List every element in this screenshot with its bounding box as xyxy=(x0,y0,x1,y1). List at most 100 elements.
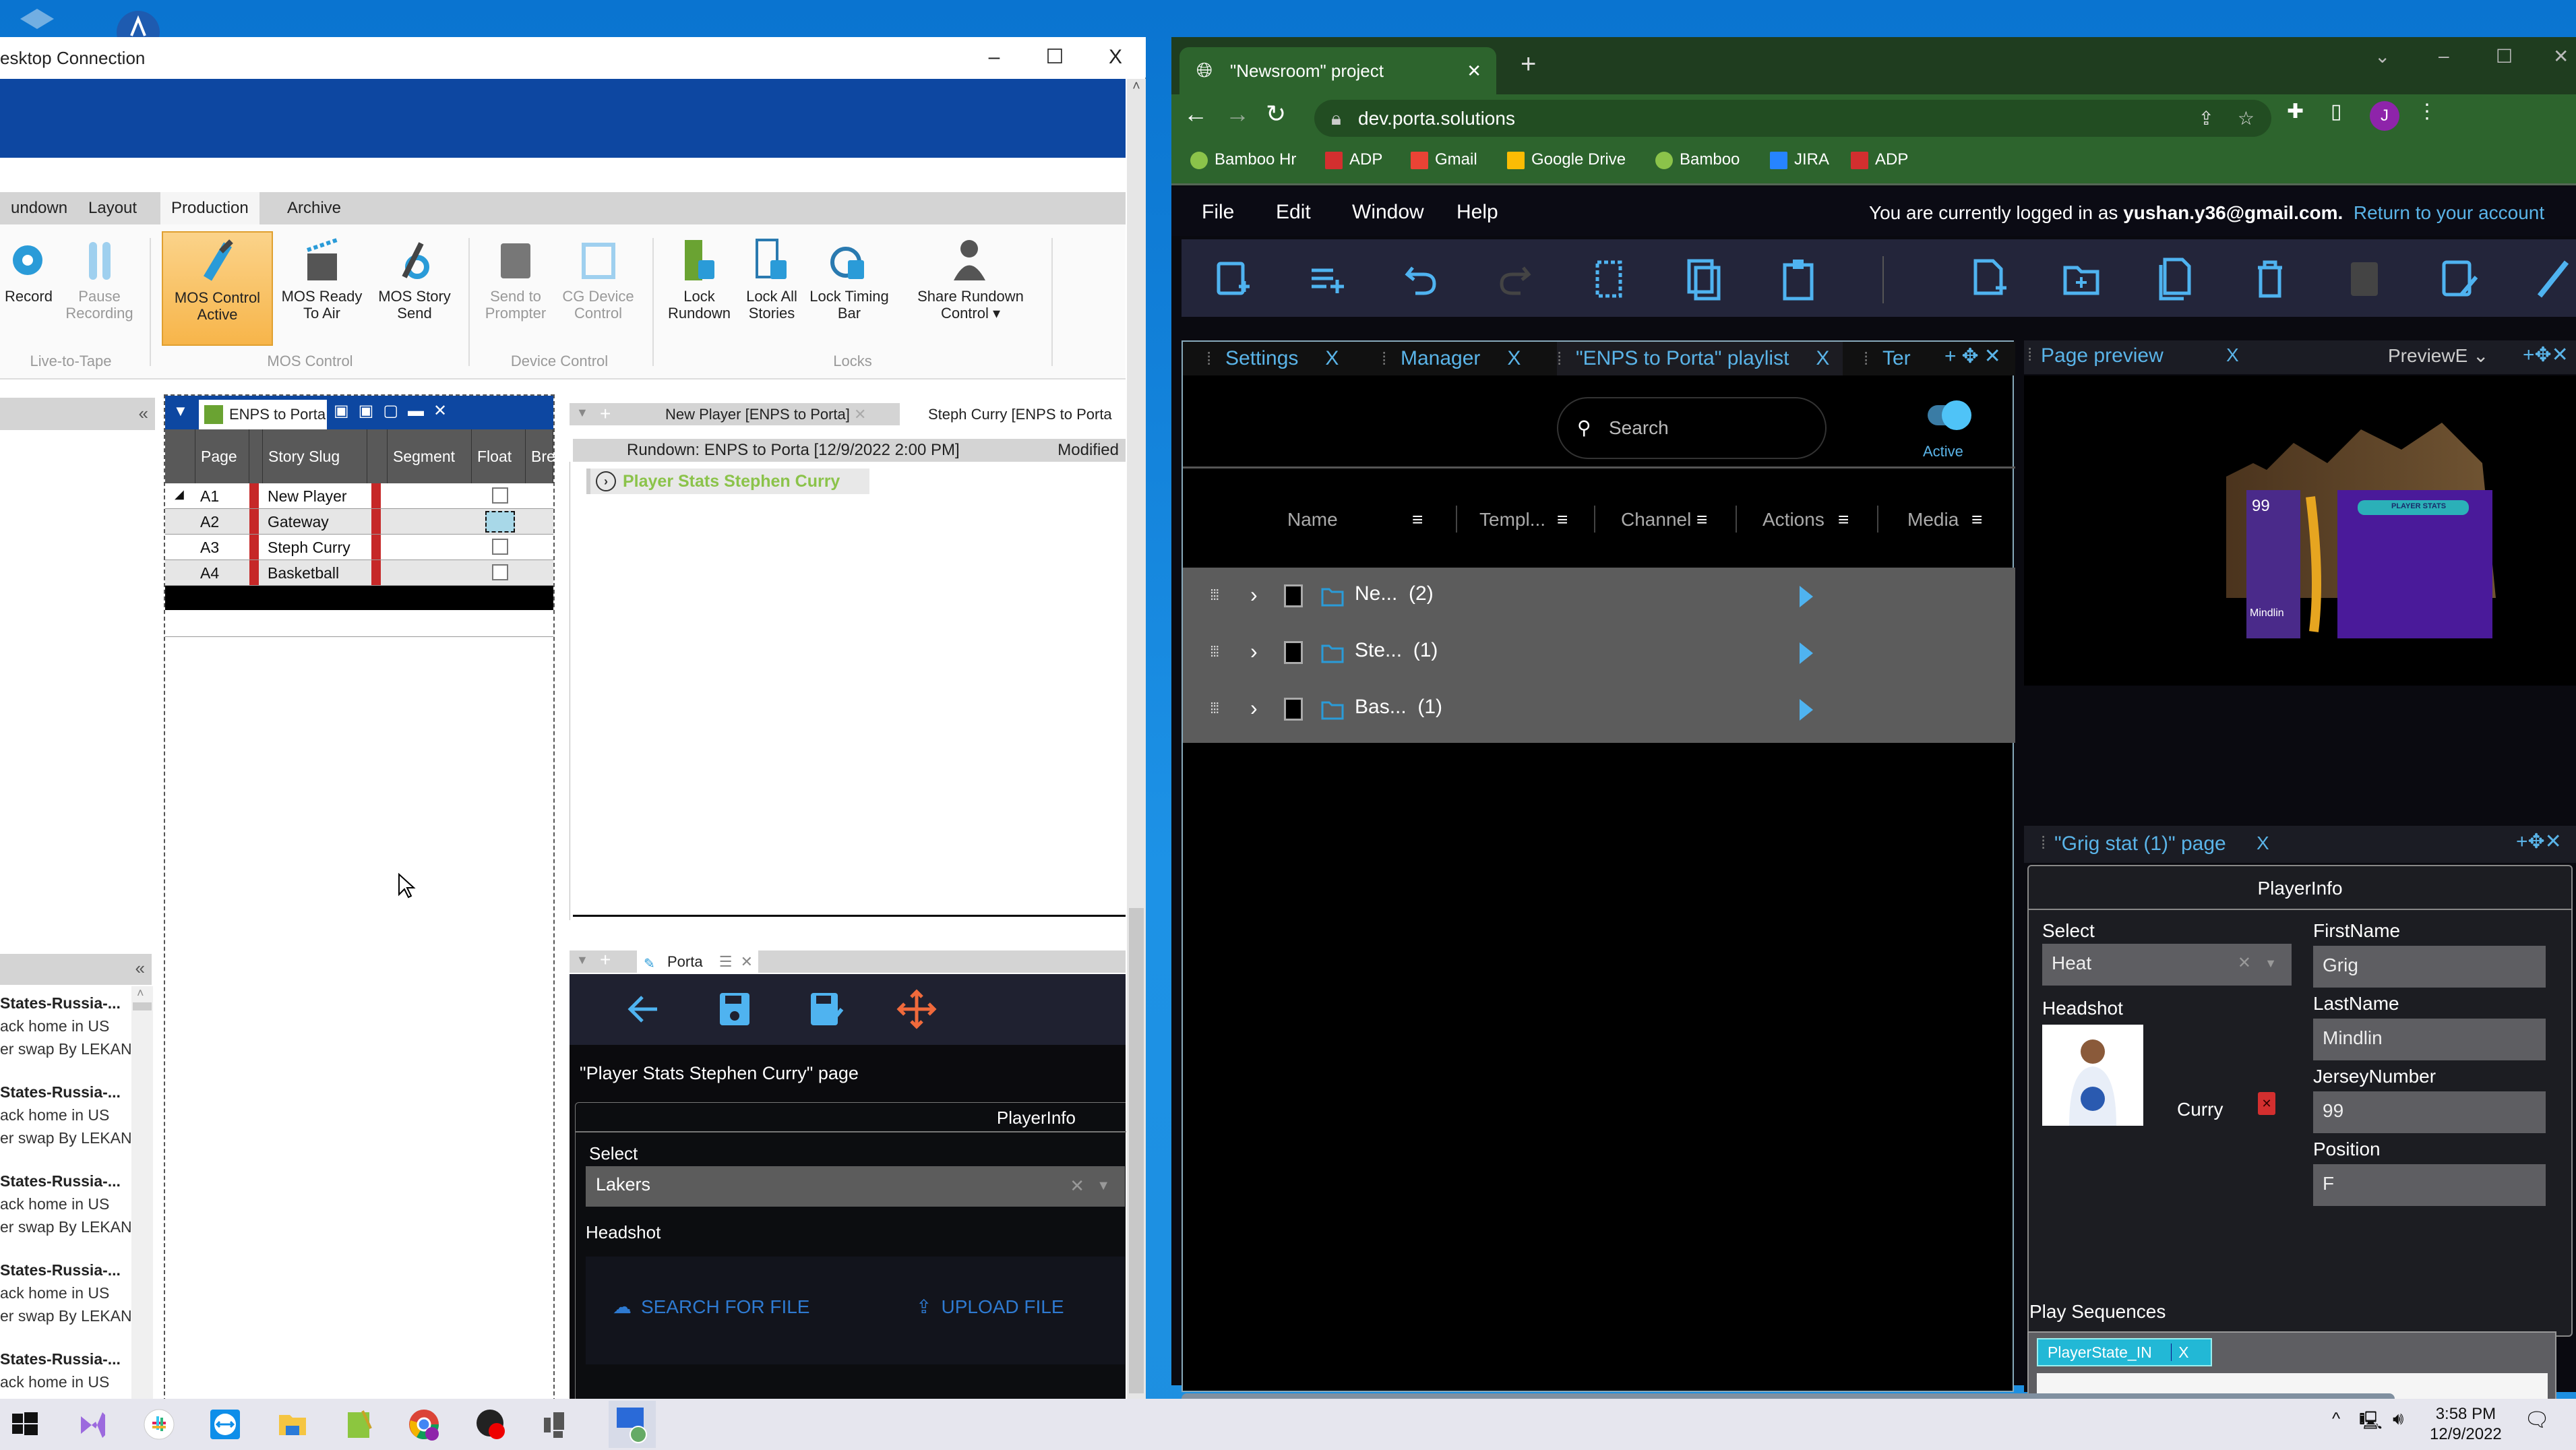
volume-icon[interactable]: 🔊︎ xyxy=(2393,1408,2403,1430)
obs-icon[interactable] xyxy=(475,1408,508,1441)
active-toggle[interactable] xyxy=(1924,397,1978,434)
clock[interactable]: 3:58 PM 12/9/2022 xyxy=(2430,1404,2502,1445)
maximize-button[interactable]: ☐ xyxy=(2496,45,2513,67)
scroll-thumb[interactable] xyxy=(1129,908,1144,1393)
search-input[interactable]: ⚲ Search xyxy=(1557,397,1827,459)
return-to-account-link[interactable]: Return to your account xyxy=(2354,202,2544,223)
dropdown-arrow-icon[interactable]: ▼ xyxy=(576,953,588,967)
lock-rundown-button[interactable]: Lock Rundown xyxy=(664,231,735,346)
upload-file-button[interactable]: ⇪ UPLOAD FILE xyxy=(916,1296,1064,1318)
move-icon[interactable] xyxy=(896,989,937,1029)
tab-templates[interactable]: ⁞ Ter xyxy=(1864,342,1911,375)
cut-icon[interactable] xyxy=(1589,255,1630,303)
close-button[interactable]: ✕ xyxy=(2553,45,2569,67)
more-menu-icon[interactable]: ⋮ xyxy=(2417,100,2437,123)
cg-device-control-button[interactable]: CG Device Control xyxy=(556,231,640,346)
add-tab-icon[interactable]: + xyxy=(600,949,611,971)
network-icon[interactable]: 🖳︎ xyxy=(2359,1408,2383,1438)
col-name[interactable]: Name xyxy=(1287,509,1338,531)
team-select[interactable]: Lakers ✕ ▼ xyxy=(586,1166,1125,1207)
tab-archive[interactable]: Archive xyxy=(276,192,352,224)
tab-manager[interactable]: ⁞ Manager X xyxy=(1382,342,1521,375)
lastname-input[interactable]: Mindlin xyxy=(2313,1019,2546,1060)
headshot-thumbnail[interactable] xyxy=(2042,1025,2143,1126)
float-checkbox[interactable] xyxy=(492,539,508,555)
float-checkbox[interactable] xyxy=(485,511,515,533)
close-tab-icon[interactable]: X xyxy=(2226,344,2239,366)
table-row[interactable]: ◢ A1 New Player xyxy=(165,483,553,509)
remove-chip-icon[interactable]: X xyxy=(2171,1343,2189,1361)
minimize-button[interactable]: – xyxy=(2439,45,2449,67)
col-break[interactable]: Bre xyxy=(526,429,555,483)
dropdown-arrow-icon[interactable]: ▼ xyxy=(576,406,588,420)
list-item[interactable]: States-Russia-...ack home in USer swap B… xyxy=(0,992,131,1060)
column-menu-icon[interactable]: ≡ xyxy=(1557,509,1568,531)
browser-tab[interactable]: 🌐︎ "Newsroom" project ✕ xyxy=(1179,47,1496,94)
tab-new-player[interactable]: New Player [ENPS to Porta] ✕ xyxy=(637,403,866,425)
dropdown-arrow-icon[interactable]: ▼ xyxy=(173,402,188,420)
story-editor[interactable] xyxy=(570,462,1126,920)
firstname-input[interactable]: Grig xyxy=(2313,946,2546,988)
page-editor-title[interactable]: "Grig stat (1)" page xyxy=(2054,833,2226,855)
start-button[interactable] xyxy=(9,1408,42,1441)
address-bar[interactable]: 🔒︎ dev.porta.solutions ⇪ ☆ xyxy=(1314,100,2271,137)
column-menu-icon[interactable]: ≡ xyxy=(1696,509,1707,531)
list-item[interactable]: ⁞⁞⁞ › Bas... (1) xyxy=(1183,681,2015,737)
delete-icon[interactable] xyxy=(2250,255,2290,303)
list-item[interactable]: States-Russia-...ack home in USer swap B… xyxy=(0,1170,131,1238)
redo-icon[interactable] xyxy=(1495,255,1535,303)
bookmark[interactable]: ADP xyxy=(1325,150,1382,169)
tab-porta[interactable]: ✎ Porta ☰ ✕ xyxy=(637,950,758,973)
trash-icon[interactable]: ✕ xyxy=(2258,1092,2275,1115)
clear-icon[interactable]: ✕ xyxy=(2238,944,2251,983)
row-checkbox[interactable] xyxy=(1284,641,1303,664)
scroll-thumb[interactable] xyxy=(133,1002,152,1010)
teamviewer-icon[interactable] xyxy=(209,1408,241,1441)
remote-desktop-icon[interactable] xyxy=(609,1401,656,1448)
position-input[interactable]: F xyxy=(2313,1164,2546,1206)
chevron-down-icon[interactable]: ▼ xyxy=(2265,944,2277,983)
mos-story-send-button[interactable]: MOS Story Send xyxy=(371,231,458,346)
play-icon[interactable] xyxy=(1800,642,1813,664)
tab-playlist[interactable]: ⁞ "ENPS to Porta" playlist X xyxy=(1557,342,1843,375)
pause-recording-button[interactable]: Pause Recording xyxy=(57,231,142,346)
rundown-tab[interactable]: ENPS to Porta [1 xyxy=(199,400,327,429)
mos-ready-to-air-button[interactable]: MOS Ready To Air xyxy=(276,231,367,346)
chevron-down-icon[interactable]: ▼ xyxy=(1097,1168,1110,1205)
menu-edit[interactable]: Edit xyxy=(1276,201,1311,224)
col-actions[interactable]: Actions xyxy=(1762,509,1824,531)
back-arrow-icon[interactable] xyxy=(623,989,664,1029)
new-folder-icon[interactable] xyxy=(2061,255,2102,303)
play-icon[interactable] xyxy=(1800,586,1813,607)
save-icon[interactable] xyxy=(714,989,755,1029)
tab-layout[interactable]: Layout xyxy=(78,192,148,224)
notepad-plus-icon[interactable] xyxy=(342,1408,375,1441)
maximize-button[interactable]: ☐ xyxy=(1035,42,1075,72)
row-checkbox[interactable] xyxy=(1284,698,1303,721)
tab-settings[interactable]: ⁞ Settings X xyxy=(1206,342,1339,375)
menu-help[interactable]: Help xyxy=(1456,201,1498,224)
drag-handle-icon[interactable]: ⁞⁞⁞ xyxy=(1210,700,1219,717)
team-select[interactable]: Heat ✕ ▼ xyxy=(2042,944,2292,986)
collapse-icon[interactable]: « xyxy=(139,403,148,424)
edit-icon[interactable] xyxy=(2533,255,2573,303)
record-button[interactable]: Record xyxy=(0,231,57,346)
list-item[interactable]: ⁞⁞⁞ › Ste... (1) xyxy=(1183,624,2015,681)
list-item[interactable]: ⁞⁞⁞ › Ne... (2) xyxy=(1183,568,2015,624)
save-as-icon[interactable] xyxy=(805,989,846,1029)
tab-steph-curry[interactable]: Steph Curry [ENPS to Porta xyxy=(900,403,1126,425)
new-playlist-icon[interactable] xyxy=(1212,255,1252,303)
table-row[interactable]: A2 Gateway xyxy=(165,509,553,535)
mos-object-chip[interactable]: › Player Stats Stephen Curry xyxy=(586,469,869,494)
col-story-slug[interactable]: Story Slug xyxy=(263,429,367,483)
undo-icon[interactable] xyxy=(1401,255,1441,303)
drag-handle-icon[interactable]: ⁞ xyxy=(2041,833,2046,853)
tab-search-icon[interactable]: ⌄ xyxy=(2374,45,2390,67)
column-menu-icon[interactable]: ≡ xyxy=(1412,509,1423,531)
bookmark[interactable]: Bamboo xyxy=(1655,150,1740,169)
extensions-icon[interactable]: ✚ xyxy=(2287,100,2304,123)
expand-chevron-icon[interactable]: › xyxy=(1250,639,1258,664)
collapse-icon[interactable]: « xyxy=(135,958,145,979)
add-item-icon[interactable] xyxy=(1306,255,1347,303)
drag-handle-icon[interactable]: ⁞⁞⁞ xyxy=(1210,643,1219,661)
